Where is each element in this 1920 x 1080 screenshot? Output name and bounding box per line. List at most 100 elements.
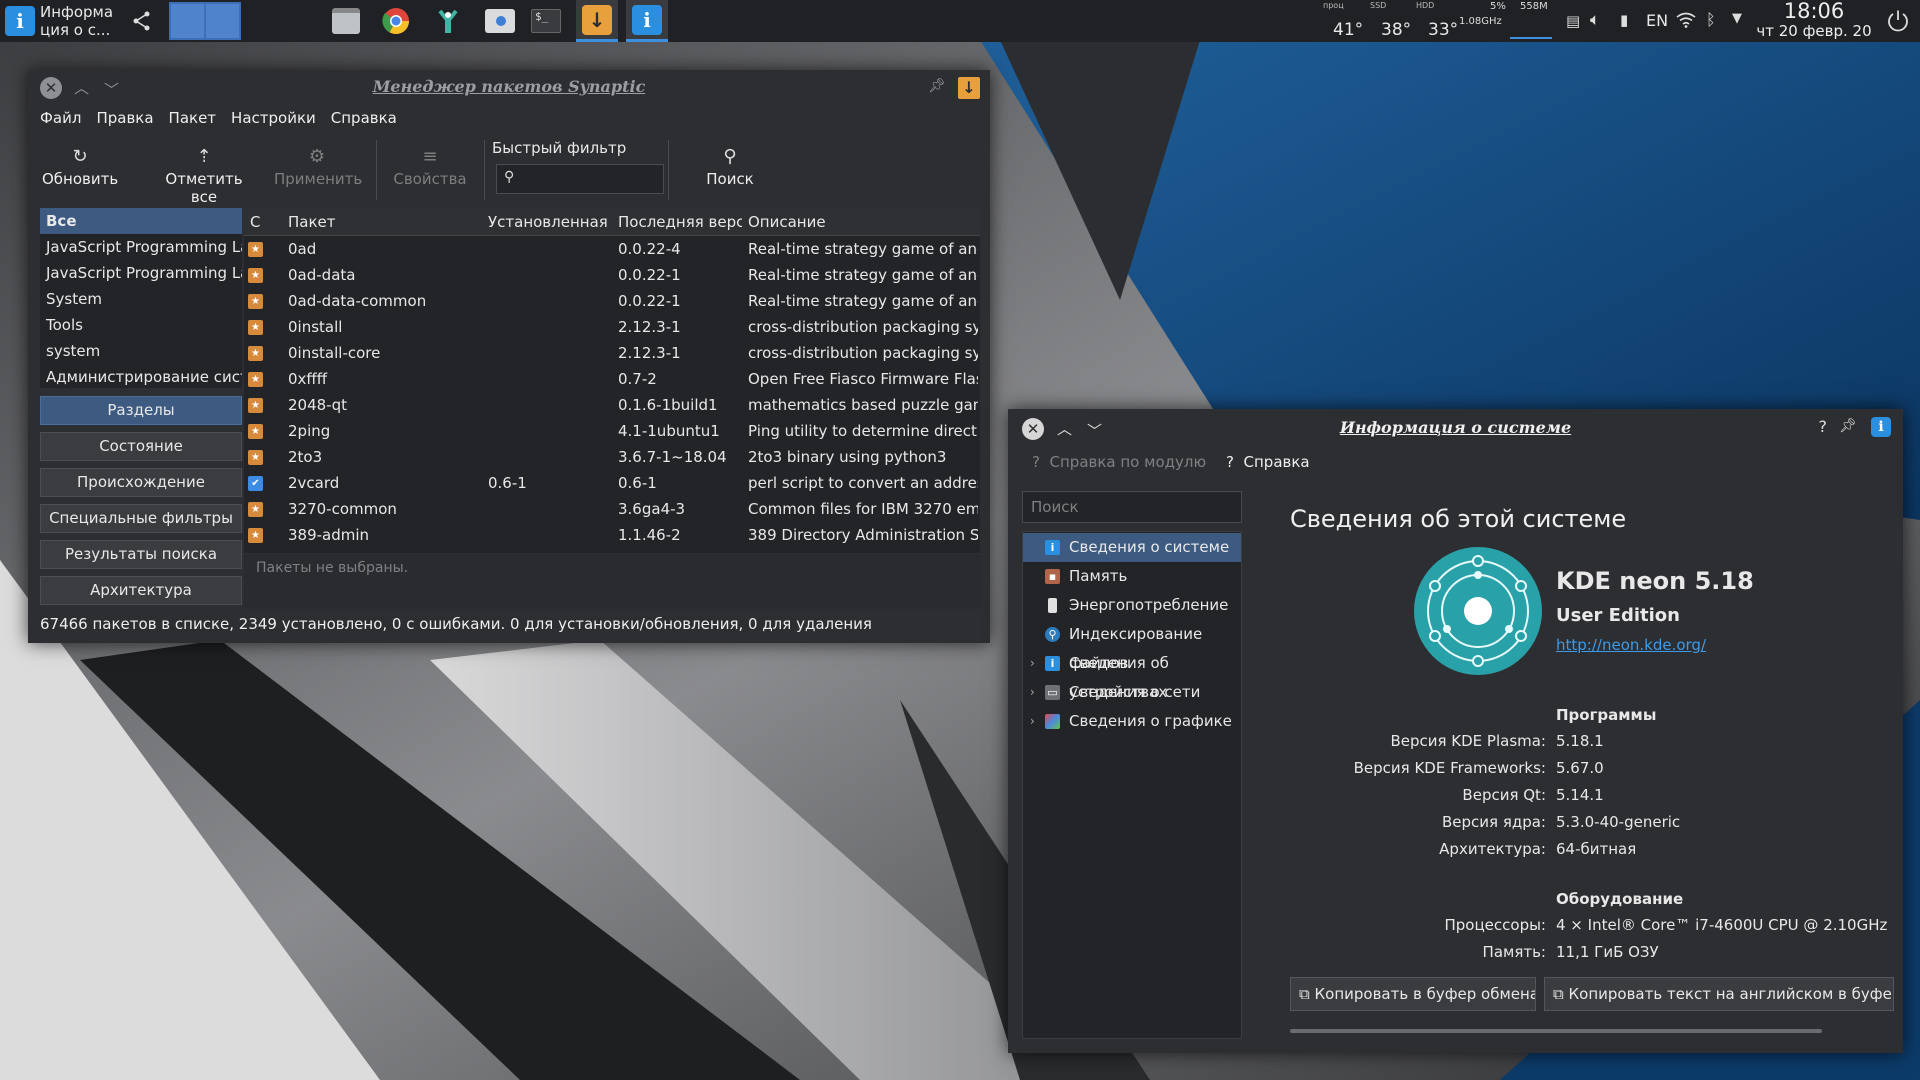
tree-item-device-info[interactable]: › i Сведения об устройствах: [1023, 649, 1241, 701]
available-status-icon[interactable]: ★: [248, 502, 263, 517]
horizontal-scrollbar[interactable]: [1290, 1029, 1822, 1033]
table-row[interactable]: ★ 2to3 3.6.7-1~18.04 2to3 binary using pyth…: [244, 445, 980, 471]
bluetooth-icon[interactable]: ᛒ: [1706, 10, 1716, 29]
system-info-launcher[interactable]: i: [4, 0, 36, 42]
chromium-icon[interactable]: [376, 0, 416, 42]
menu-help[interactable]: Справка: [331, 109, 412, 127]
table-row[interactable]: ★ 0install 2.12.3-1 cross-distribution pack…: [244, 315, 980, 341]
tree-item-graphics-info[interactable]: › Сведения о графике: [1023, 707, 1241, 736]
available-status-icon[interactable]: ★: [248, 242, 263, 257]
clipboard-icon[interactable]: ▤: [1566, 12, 1580, 30]
available-status-icon[interactable]: ★: [248, 294, 263, 309]
terminal-icon[interactable]: $_: [526, 0, 566, 42]
sysinfo-titlebar[interactable]: ✕ ︿ ﹀ Информация о системе ? 📌︎ i: [1008, 409, 1903, 443]
custom-filters-button[interactable]: Специальные фильтры: [40, 504, 242, 533]
sysinfo-task[interactable]: i: [626, 0, 668, 42]
table-row[interactable]: ★ 0ad 0.0.22-4 Real-time strategy game of a…: [244, 237, 980, 263]
table-row[interactable]: ★ 0ad-data-common 0.0.22-1 Real-time strate…: [244, 289, 980, 315]
sections-button[interactable]: Разделы: [40, 396, 242, 425]
tree-item-system-info[interactable]: i Сведения о системе: [1023, 533, 1241, 562]
table-row[interactable]: ✔ 2vcard 0.6-1 0.6-1 perl script to convert …: [244, 471, 980, 497]
available-status-icon[interactable]: ★: [248, 450, 263, 465]
category-item[interactable]: Все: [40, 208, 242, 234]
table-row[interactable]: ★ 0install-core 2.12.3-1 cross-distribution…: [244, 341, 980, 367]
help-icon[interactable]: ?: [1819, 417, 1828, 436]
search-input[interactable]: Поиск: [1022, 491, 1242, 523]
clock[interactable]: 18:06 чт 20 февр. 20: [1754, 0, 1874, 42]
tree-item-memory[interactable]: ▪ Память: [1023, 562, 1241, 591]
table-row[interactable]: ★ 389-admin 1.1.46-2 389 Directory Administ…: [244, 523, 980, 549]
category-item[interactable]: JavaScript Programming La: [40, 234, 242, 260]
battery-icon[interactable]: ▮: [1620, 11, 1628, 29]
tray-expand-icon[interactable]: ▼: [1732, 11, 1742, 26]
available-status-icon[interactable]: ★: [248, 268, 263, 283]
status-button[interactable]: Состояние: [40, 432, 242, 461]
software-store-icon[interactable]: [480, 0, 520, 42]
help-button[interactable]: ? Справка: [1226, 453, 1310, 471]
table-row[interactable]: ★ 0ad-data 0.0.22-1 Real-time strategy game…: [244, 263, 980, 289]
category-item[interactable]: Tools: [40, 312, 242, 338]
table-row[interactable]: ★ 3270-common 3.6ga4-3 Common files for IBM…: [244, 497, 980, 523]
quick-filter-input[interactable]: ⚲: [496, 164, 664, 194]
column-package[interactable]: Пакет: [288, 213, 478, 231]
chevron-right-icon[interactable]: ›: [1030, 707, 1035, 736]
architecture-button[interactable]: Архитектура: [40, 576, 242, 605]
discover-icon[interactable]: [428, 0, 468, 42]
properties-button[interactable]: ≡ Свойства: [392, 146, 468, 188]
distro-url-link[interactable]: http://neon.kde.org/: [1556, 636, 1706, 654]
mark-all-button[interactable]: ⇡ Отметить все: [152, 146, 256, 206]
category-item[interactable]: Администрирование систе: [40, 364, 242, 388]
installed-checkbox-icon[interactable]: ✔: [248, 476, 263, 491]
category-item[interactable]: System: [40, 286, 242, 312]
origin-button[interactable]: Происхождение: [40, 468, 242, 497]
available-status-icon[interactable]: ★: [248, 528, 263, 543]
pin-icon[interactable]: 📌︎: [1839, 418, 1857, 434]
top-panel: i Информа ция о с... $_ ↓ i проц SSD HDD…: [0, 0, 1920, 42]
virtual-desktop-pager[interactable]: [168, 0, 242, 42]
active-task[interactable]: Информа ция о с...: [40, 0, 126, 42]
window-title: Информация о системе: [1339, 418, 1572, 437]
column-installed[interactable]: Установленная в: [488, 213, 612, 231]
synaptic-task[interactable]: ↓: [576, 0, 618, 42]
available-status-icon[interactable]: ★: [248, 424, 263, 439]
pin-icon[interactable]: 📌︎: [928, 78, 946, 94]
kdeconnect-icon[interactable]: [126, 0, 158, 42]
category-item[interactable]: JavaScript Programming La: [40, 260, 242, 286]
latest-version-cell: 0.0.22-4: [618, 240, 681, 258]
available-status-icon[interactable]: ★: [248, 398, 263, 413]
file-manager-icon[interactable]: [328, 0, 364, 42]
table-row[interactable]: ★ 2048-qt 0.1.6-1build1 mathematics based p…: [244, 393, 980, 419]
wifi-icon[interactable]: [1676, 12, 1696, 28]
table-row[interactable]: ★ 2ping 4.1-1ubuntu1 Ping utility to determ…: [244, 419, 980, 445]
keyboard-layout[interactable]: EN: [1646, 11, 1668, 30]
power-icon[interactable]: [1886, 9, 1910, 33]
chevron-right-icon[interactable]: ›: [1030, 649, 1035, 678]
tree-item-file-indexing[interactable]: ⚲ Индексирование файлов: [1023, 620, 1241, 672]
apply-button[interactable]: ⚙ Применить: [274, 146, 362, 188]
search-button[interactable]: ⚲ Поиск: [692, 146, 768, 188]
menu-settings[interactable]: Настройки: [231, 109, 331, 127]
menu-edit[interactable]: Правка: [96, 109, 168, 127]
copy-to-clipboard-button[interactable]: ⧉ Копировать в буфер обмена: [1290, 977, 1536, 1011]
volume-icon[interactable]: 🔈︎: [1590, 10, 1600, 30]
tree-item-network-info[interactable]: › ▭ Сведения о сети: [1023, 678, 1241, 707]
column-latest[interactable]: Последняя верс: [618, 213, 742, 231]
menu-file[interactable]: Файл: [40, 109, 96, 127]
synaptic-titlebar[interactable]: ✕ ︿ ﹀ Менеджер пакетов Synaptic 📌︎ ↓: [28, 70, 990, 104]
package-name-cell: 2ping: [288, 422, 331, 440]
chevron-right-icon[interactable]: ›: [1030, 678, 1035, 707]
menu-package[interactable]: Пакет: [169, 109, 232, 127]
column-description[interactable]: Описание: [748, 213, 978, 231]
available-status-icon[interactable]: ★: [248, 320, 263, 335]
available-status-icon[interactable]: ★: [248, 346, 263, 361]
module-help-button[interactable]: ? Справка по модулю: [1032, 453, 1206, 471]
tree-item-energy[interactable]: Энергопотребление: [1023, 591, 1241, 620]
column-status[interactable]: С: [250, 213, 264, 231]
available-status-icon[interactable]: ★: [248, 372, 263, 387]
refresh-button[interactable]: ↻ Обновить: [42, 146, 118, 188]
table-row[interactable]: ★ 0xffff 0.7-2 Open Free Fiasco Firmware Fl…: [244, 367, 980, 393]
search-results-button[interactable]: Результаты поиска: [40, 540, 242, 569]
category-item[interactable]: system: [40, 338, 242, 364]
cpu-temp: 41°: [1333, 20, 1364, 40]
copy-english-button[interactable]: ⧉ Копировать текст на английском в буфер…: [1544, 977, 1894, 1011]
